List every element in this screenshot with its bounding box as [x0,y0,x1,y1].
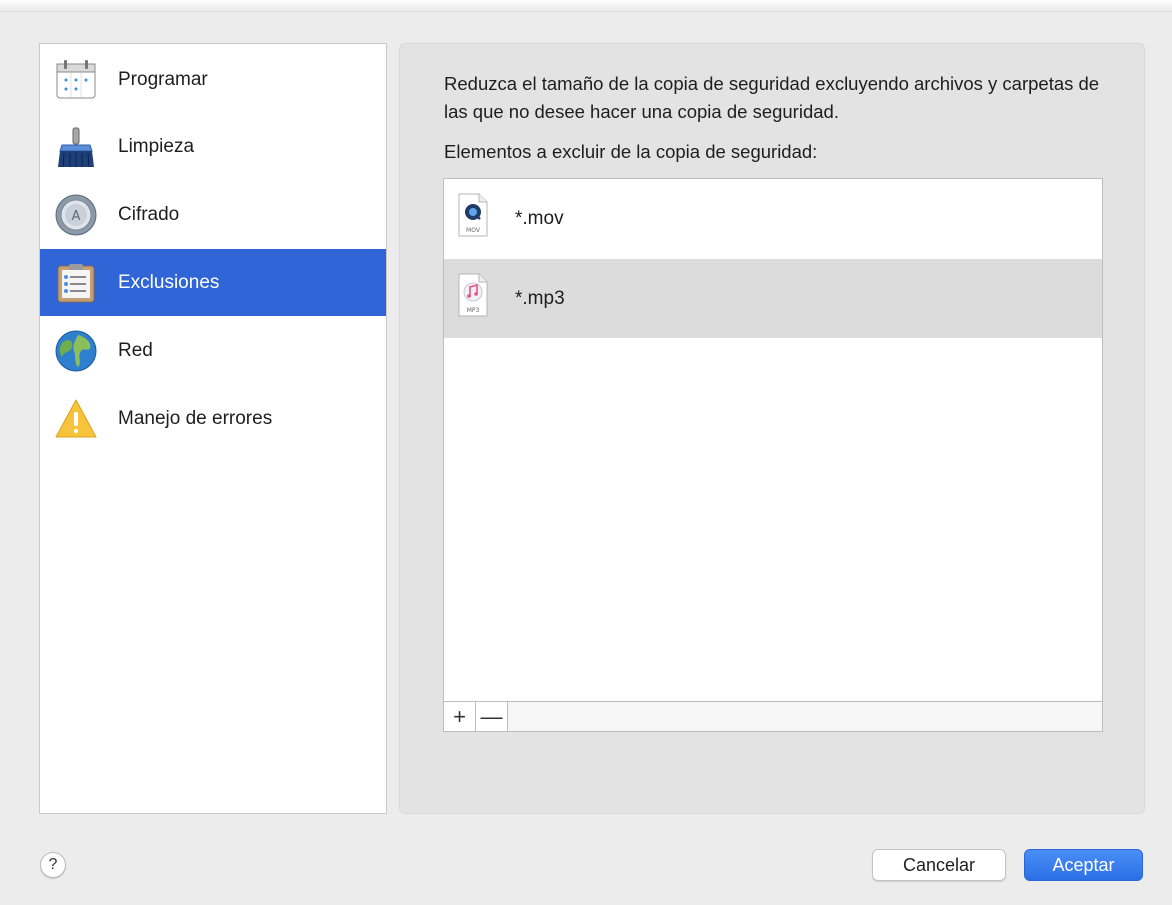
cancel-button[interactable]: Cancelar [872,849,1006,881]
description-text: Reduzca el tamaño de la copia de segurid… [444,73,1100,122]
checklist-icon [52,259,100,307]
mp3-file-icon: MP3 [458,273,488,317]
ok-button[interactable]: Aceptar [1024,849,1143,881]
exclusions-list[interactable]: MOV *.mov MP3 *.mp3 + — [443,178,1103,732]
help-button[interactable]: ? [40,852,66,878]
sidebar-item-label: Red [118,339,153,361]
list-item[interactable]: MP3 *.mp3 [444,259,1102,338]
broom-icon [52,123,100,171]
sidebar-item-label: Limpieza [118,135,195,157]
sidebar-item-cifrado[interactable]: A Cifrado [40,181,386,248]
sidebar: Programar Limpieza A Cifrado Exclusiones… [39,43,387,814]
file-badge: MOV [466,227,481,234]
exclusion-name: *.mp3 [515,287,565,309]
list-item[interactable]: MOV *.mov [444,179,1102,258]
sidebar-item-limpieza[interactable]: Limpieza [40,113,386,180]
sidebar-item-programar[interactable]: Programar [40,46,386,113]
sidebar-item-label: Exclusiones [118,271,220,293]
calendar-icon [52,56,100,104]
sidebar-item-manejo-errores[interactable]: Manejo de errores [40,385,386,452]
settings-window: Programar Limpieza A Cifrado Exclusiones… [0,0,1172,905]
list-toolbar: + — [444,701,1102,731]
globe-icon [52,327,100,375]
list-title: Elementos a excluir de la copia de segur… [444,141,818,162]
title-bar [0,0,1172,12]
mov-file-icon: MOV [458,193,488,237]
svg-text:A: A [72,209,81,224]
sidebar-item-exclusiones[interactable]: Exclusiones [40,249,386,316]
sidebar-item-red[interactable]: Red [40,317,386,384]
sidebar-item-label: Programar [118,68,208,90]
file-badge: MP3 [467,307,480,314]
warning-icon [52,395,100,443]
lock-dial-icon: A [52,191,100,239]
sidebar-item-label: Manejo de errores [118,407,273,429]
sidebar-item-label: Cifrado [118,203,180,225]
remove-button[interactable]: — [476,702,508,731]
add-button[interactable]: + [444,702,476,731]
exclusion-name: *.mov [515,207,564,229]
